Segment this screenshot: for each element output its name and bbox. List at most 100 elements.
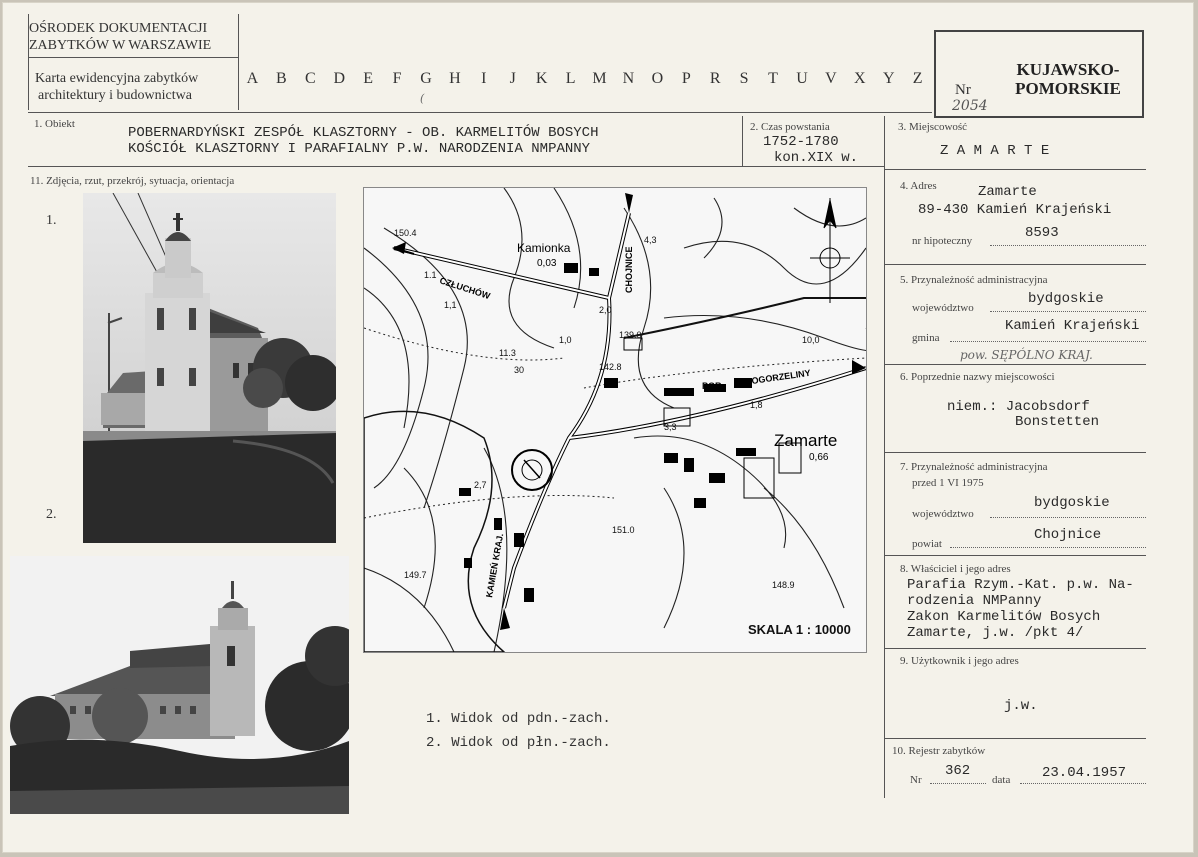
photo2-number: 2.: [46, 507, 57, 522]
svg-text:1,8: 1,8: [750, 400, 763, 410]
przynaleznosc-label: 5. Przynależność administracyjna: [900, 274, 1048, 286]
header-divider: [238, 14, 239, 110]
card-type-line2: architektury i budownictwa: [38, 88, 192, 103]
letter-index: A B C D E F G H I J K L M N O P R S T U …: [238, 70, 932, 88]
letter-v: V: [825, 70, 837, 87]
letter-k: K: [535, 70, 548, 87]
rejestr-nr-dotline: [930, 783, 986, 784]
letter-h: H: [449, 70, 461, 87]
przed-woj-value: bydgoskie: [1034, 495, 1110, 511]
woj-value: bydgoskie: [1028, 291, 1104, 307]
svg-text:4,3: 4,3: [644, 235, 657, 245]
institution-line1: OŚRODEK DOKUMENTACJI: [29, 21, 208, 36]
rejestr-nr-label: Nr: [910, 774, 922, 786]
header-border-left: [28, 14, 29, 110]
obiekt-label: 1. Obiekt: [34, 118, 75, 130]
svg-text:10,0: 10,0: [802, 335, 820, 345]
svg-text:3,3: 3,3: [664, 422, 677, 432]
svg-text:139.0: 139.0: [619, 330, 642, 340]
svg-text:2,0: 2,0: [599, 305, 612, 315]
wlasciciel-line4: Zamarte, j.w. /pkt 4/: [907, 625, 1084, 641]
hipoteczny-value: 8593: [1025, 225, 1059, 241]
letter-d: D: [333, 70, 345, 87]
letter-i: I: [481, 70, 487, 87]
zdjecia-label: 11. Zdjęcia, rzut, przekrój, sytuacja, o…: [30, 175, 235, 187]
letter-f: F: [392, 70, 402, 87]
przed-woj-label: województwo: [912, 508, 974, 520]
przynaleznosc-przed-label: 7. Przynależność administracyjna: [900, 461, 1048, 473]
wlasciciel-line1: Parafia Rzym.-Kat. p.w. Na-: [907, 577, 1134, 593]
caption-photo-1: 1. Widok od pdn.-zach.: [426, 711, 611, 727]
adres-line1: Zamarte: [978, 184, 1037, 200]
letter-g: G: [420, 70, 432, 87]
row1-bottom-line: [28, 166, 884, 167]
situation-map: 150.4 1.1 1,1 1,0 139.0 11.3 30 142.8 14…: [363, 187, 867, 653]
photo-2-church-northwest: [10, 556, 349, 814]
miejscowosc-value: Z A M A R T E: [940, 143, 1050, 159]
letter-j: J: [509, 70, 516, 87]
map-label-kamionka: Kamionka: [517, 241, 571, 255]
photo1-number: 1.: [46, 213, 57, 228]
hipoteczny-label: nr hipoteczny: [912, 235, 973, 247]
adres-line2: 89-430 Kamień Krajeński: [918, 202, 1112, 218]
letter-r: R: [709, 70, 721, 87]
map-label-zamarte: Zamarte: [774, 431, 837, 450]
obiekt-line1: POBERNARDYŃSKI ZESPÓŁ KLASZTORNY - OB. K…: [128, 125, 599, 141]
letter-n: N: [622, 70, 635, 87]
map-label-chojnice: CHOJNICE: [624, 246, 634, 293]
uzytkownik-bottom-line: [884, 738, 1146, 739]
woj-dotline: [990, 311, 1146, 312]
photo-1-church-southwest: [83, 193, 336, 543]
svg-text:148.9: 148.9: [772, 580, 795, 590]
letter-a: A: [246, 70, 259, 87]
header-bottom-line: [28, 112, 932, 113]
letter-z: Z: [912, 70, 923, 87]
letter-y: Y: [882, 70, 895, 87]
svg-text:11.3: 11.3: [499, 348, 516, 358]
poprzednie-line2: Bonstetten: [1015, 414, 1100, 430]
wlasciciel-label: 8. Właściciel i jego adres: [900, 563, 1011, 575]
map-label-zamarte-value: 0,66: [809, 452, 829, 463]
poprzednie-line1: niem.: Jacobsdorf: [947, 399, 1090, 415]
powiat-handwritten-note: pow. SĘPÓLNO KRAJ.: [960, 348, 1093, 362]
svg-text:151.0: 151.0: [612, 525, 635, 535]
letter-m: M: [592, 70, 607, 87]
map-label-pgr: PGR: [702, 381, 722, 391]
letter-u: U: [796, 70, 808, 87]
uzytkownik-value: j.w.: [1004, 698, 1038, 714]
wlasciciel-bottom-line: [884, 648, 1146, 649]
wlasciciel-line2: rodzenia NMPanny: [907, 593, 1042, 609]
region-line1: KUJAWSKO-: [1016, 60, 1120, 79]
poprzednie-label: 6. Poprzednie nazwy miejscowości: [900, 371, 1055, 383]
institution-line2: ZABYTKÓW W WARSZAWIE: [29, 38, 212, 53]
rejestr-nr-value: 362: [945, 763, 971, 779]
gmina-value: Kamień Krajeński: [1005, 318, 1140, 334]
letter-e: E: [363, 70, 374, 87]
svg-text:1,0: 1,0: [559, 335, 572, 345]
czas-label: 2. Czas powstania: [750, 121, 830, 133]
wlasciciel-line3: Zakon Karmelitów Bosych: [907, 609, 1101, 625]
rejestr-label: 10. Rejestr zabytków: [892, 745, 986, 757]
czas-line2: kon.XIX w.: [774, 150, 859, 166]
svg-text:142.8: 142.8: [599, 362, 622, 372]
przynaleznosc-bottom-line: [884, 364, 1146, 365]
przynaleznosc-przed-bottom-line: [884, 555, 1146, 556]
powiat-label: powiat: [912, 538, 942, 550]
letter-p: P: [681, 70, 691, 87]
letter-b: B: [276, 70, 287, 87]
letter-o: O: [651, 70, 664, 87]
letter-x: X: [854, 70, 866, 87]
miejscowosc-bottom-line: [884, 169, 1146, 170]
powiat-dotline: [950, 547, 1146, 548]
przed-date-label: przed 1 VI 1975: [912, 477, 984, 489]
miejscowosc-label: 3. Miejscowość: [898, 121, 968, 133]
map-scale: SKALA 1 : 10000: [748, 622, 851, 637]
gmina-dotline: [950, 341, 1146, 342]
letter-c: C: [304, 70, 316, 87]
card-type-line1: Karta ewidencyjna zabytków: [35, 71, 199, 86]
rejestr-data-label: data: [992, 774, 1011, 786]
obiekt-line2: KOŚCIÓŁ KLASZTORNY I PARAFIALNY P.W. NAR…: [128, 141, 591, 157]
letter-t: T: [768, 70, 778, 87]
przed-woj-dotline: [990, 517, 1146, 518]
svg-text:1,1: 1,1: [444, 300, 457, 310]
